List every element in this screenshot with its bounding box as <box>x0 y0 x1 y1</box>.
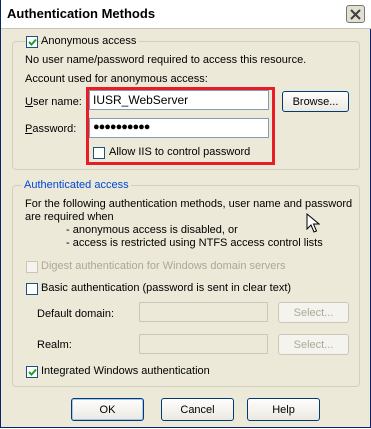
dialog-window: Authentication Methods Anonymous access … <box>0 0 371 428</box>
authenticated-description-line1: For the following authentication methods… <box>25 198 353 210</box>
close-icon <box>350 8 361 20</box>
browse-button-label: Browse... <box>292 95 339 108</box>
basic-auth-checkbox[interactable] <box>26 283 38 295</box>
authenticated-bullet-1: - anonymous access is disabled, or <box>66 224 238 236</box>
digest-auth-label: Digest authentication for Windows domain… <box>41 260 286 272</box>
browse-button[interactable]: Browse... <box>282 91 349 112</box>
integrated-windows-label[interactable]: Integrated Windows authentication <box>41 365 210 377</box>
help-button[interactable]: Help <box>247 398 320 421</box>
title-bar[interactable]: Authentication Methods <box>1 0 371 29</box>
checkmark-icon <box>28 38 37 46</box>
integrated-windows-checkbox[interactable] <box>26 366 38 378</box>
realm-select-button[interactable]: Select... <box>278 334 349 355</box>
anonymous-description: No user name/password required to access… <box>25 54 307 66</box>
account-label: Account used for anonymous access: <box>25 73 208 85</box>
cancel-button[interactable]: Cancel <box>161 398 234 421</box>
ok-button-label: OK <box>99 403 116 416</box>
default-domain-label: Default domain: <box>37 308 115 320</box>
dialog-title: Authentication Methods <box>7 6 156 21</box>
authenticated-bullet-2: - access is restricted using NTFS access… <box>66 237 323 249</box>
authenticated-description-line2: are required when <box>25 211 114 223</box>
realm-label: Realm: <box>37 339 72 351</box>
realm-input[interactable] <box>139 334 268 354</box>
close-button[interactable] <box>346 5 365 23</box>
basic-auth-label[interactable]: Basic authentication (password is sent i… <box>41 282 291 294</box>
ok-button[interactable]: OK <box>71 398 144 421</box>
anonymous-access-checkbox[interactable] <box>26 36 38 48</box>
username-label: User name: <box>25 96 82 108</box>
password-label: Password: <box>25 123 77 135</box>
digest-auth-checkbox[interactable] <box>26 261 38 273</box>
authenticated-access-title: Authenticated access <box>22 179 131 191</box>
cancel-button-label: Cancel <box>180 403 215 416</box>
default-domain-select-label: Select... <box>293 306 334 319</box>
mouse-pointer-icon <box>306 213 320 233</box>
checkmark-icon <box>28 368 37 376</box>
highlight-box <box>86 87 275 165</box>
anonymous-access-label[interactable]: Anonymous access <box>41 35 139 47</box>
help-button-label: Help <box>272 403 295 416</box>
realm-select-label: Select... <box>293 338 334 351</box>
default-domain-select-button[interactable]: Select... <box>278 302 349 323</box>
default-domain-input[interactable] <box>139 302 268 322</box>
